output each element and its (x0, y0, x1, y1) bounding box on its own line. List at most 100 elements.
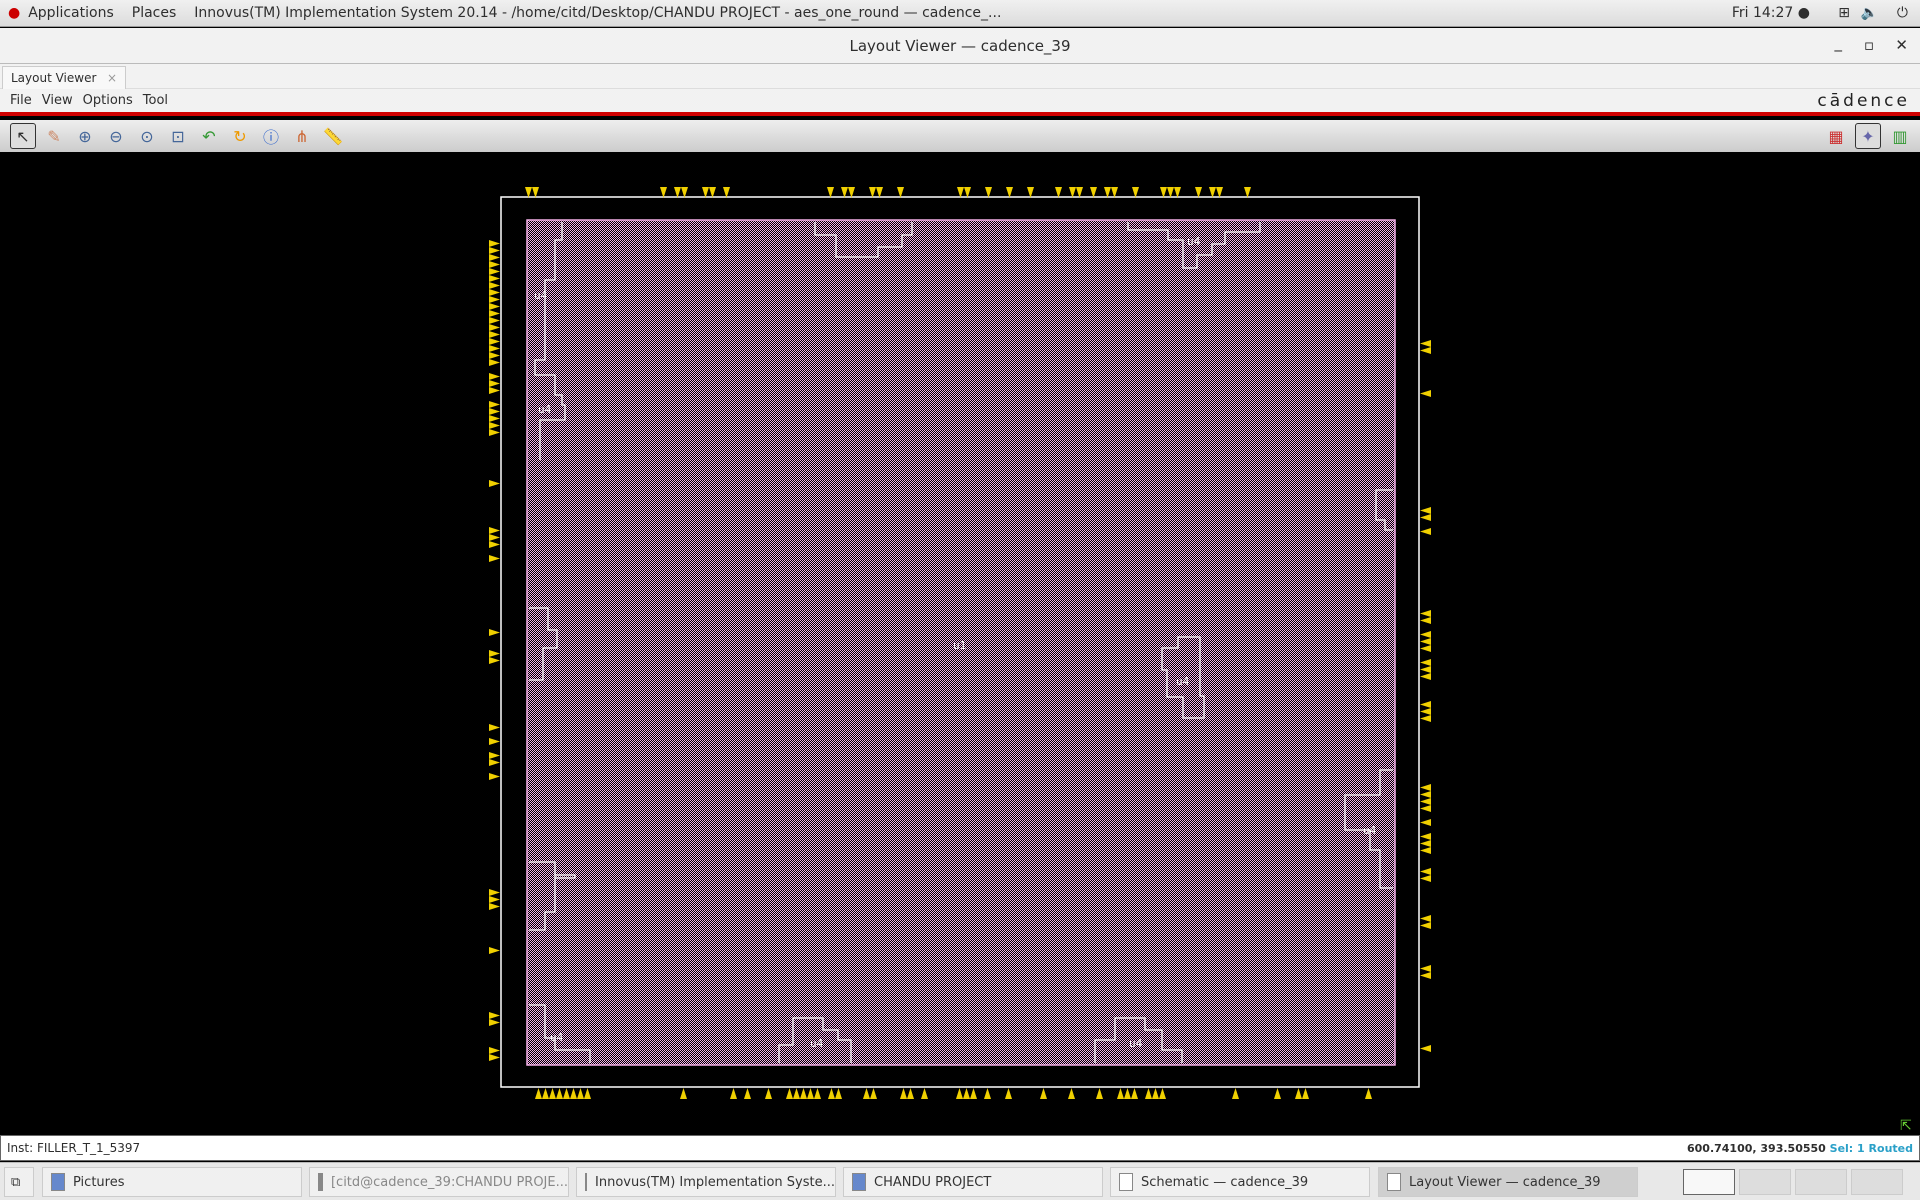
menu-tool[interactable]: Tool (143, 93, 168, 108)
io-pin (793, 1088, 800, 1099)
taskbar-item-label: Innovus(TM) Implementation Syste... (595, 1174, 835, 1190)
minimize-button[interactable]: _ (1835, 34, 1843, 52)
show-desktop-button[interactable]: ⧉ (4, 1167, 34, 1197)
io-pin (800, 1088, 807, 1099)
module-label: u4 (1187, 235, 1201, 248)
io-pin (1420, 708, 1431, 715)
zoom-area-button[interactable]: ⊡ (165, 123, 191, 149)
io-pin (489, 422, 500, 429)
menu-view[interactable]: View (42, 93, 73, 108)
io-pin (535, 1088, 542, 1099)
tab-layout-viewer[interactable]: Layout Viewer × (2, 66, 126, 89)
io-pin (1302, 1088, 1309, 1099)
applications-menu[interactable]: Applications (28, 5, 114, 21)
status-bar: Inst: FILLER_T_1_5397 600.74100, 393.505… (0, 1135, 1920, 1161)
info-button[interactable]: ⓘ (258, 123, 284, 149)
cadence-logo: cādence (1817, 91, 1910, 111)
volume-icon[interactable]: 🔈 (1861, 5, 1878, 21)
hierarchy-button[interactable]: ⋔ (289, 123, 315, 149)
taskbar-item[interactable]: Innovus(TM) Implementation Syste... (576, 1167, 836, 1197)
workspace-1[interactable] (1683, 1169, 1735, 1195)
select-tool-button[interactable]: ↖ (10, 123, 36, 149)
zoom-previous-button[interactable]: ↶ (196, 123, 222, 149)
taskbar-item[interactable]: [citd@cadence_39:CHANDU PROJE... (309, 1167, 569, 1197)
io-pin (1159, 1088, 1166, 1099)
io-pin (921, 1088, 928, 1099)
io-pin (1295, 1088, 1302, 1099)
terminal-icon (318, 1173, 323, 1191)
zoom-fit-button[interactable]: ⊙ (134, 123, 160, 149)
places-menu[interactable]: Places (132, 5, 177, 21)
io-pin (680, 1088, 687, 1099)
ruler-button[interactable]: 📏 (320, 123, 346, 149)
io-pin (1420, 347, 1431, 354)
taskbar: ⧉ Pictures [citd@cadence_39:CHANDU PROJE… (0, 1162, 1920, 1200)
io-pin (489, 296, 500, 303)
io-pin (489, 359, 500, 366)
io-pin (1145, 1088, 1152, 1099)
io-pin (828, 1088, 835, 1099)
resize-corner-icon[interactable]: ⇱ (1900, 1118, 1912, 1134)
module-label: u4 (1129, 1037, 1143, 1050)
taskbar-item-label: [citd@cadence_39:CHANDU PROJE... (330, 1174, 568, 1190)
window-icon (1119, 1173, 1133, 1191)
route-tool-button[interactable]: ✎ (41, 123, 67, 149)
io-pin (1420, 791, 1431, 798)
layer-panel-button[interactable]: ▦ (1823, 123, 1849, 149)
io-pin (489, 889, 500, 896)
io-pin (730, 1088, 737, 1099)
io-pin (489, 752, 500, 759)
menu-options[interactable]: Options (83, 93, 133, 108)
io-pin (489, 317, 500, 324)
taskbar-item[interactable]: CHANDU PROJECT (843, 1167, 1103, 1197)
io-pin (1420, 610, 1431, 617)
redhat-icon: ● (8, 5, 21, 21)
io-pin (489, 254, 500, 261)
io-pin (489, 429, 500, 436)
cursor-coordinates: 600.74100, 393.50550 (1686, 1141, 1826, 1155)
io-pin (489, 657, 500, 664)
tab-strip: Layout Viewer × (0, 64, 1920, 89)
io-pin (1152, 1088, 1159, 1099)
taskbar-item[interactable]: Pictures (42, 1167, 302, 1197)
io-pin (489, 947, 500, 954)
io-pin (1420, 673, 1431, 680)
io-pin (489, 275, 500, 282)
io-pin (1096, 1088, 1103, 1099)
io-pin (1420, 922, 1431, 929)
io-pin (1274, 1088, 1281, 1099)
window-icon (585, 1173, 588, 1191)
network-icon[interactable]: ⊞ (1838, 5, 1850, 21)
io-pin (1420, 819, 1431, 826)
module-label: u4 (550, 1031, 564, 1044)
clock[interactable]: Fri 14:27 ● (1732, 5, 1810, 21)
maximize-button[interactable]: ▫ (1864, 36, 1874, 54)
power-icon[interactable]: ⏻ (1897, 5, 1908, 21)
taskbar-item[interactable]: Schematic — cadence_39 (1110, 1167, 1370, 1197)
redraw-button[interactable]: ↻ (227, 123, 253, 149)
io-pin (489, 387, 500, 394)
io-pin (1420, 659, 1431, 666)
taskbar-item-active[interactable]: Layout Viewer — cadence_39 (1378, 1167, 1638, 1197)
io-pin (956, 1088, 963, 1099)
module-label: u4 (534, 289, 548, 302)
io-pin (489, 338, 500, 345)
selection-mode-button[interactable]: ✦ (1855, 123, 1881, 149)
zoom-in-button[interactable]: ⊕ (72, 123, 98, 149)
close-button[interactable]: ✕ (1895, 36, 1908, 54)
window-icon (1387, 1173, 1401, 1191)
io-pin (765, 1088, 772, 1099)
workspace-2[interactable] (1739, 1169, 1791, 1195)
split-view-button[interactable]: ▥ (1887, 123, 1913, 149)
module-label: u4 (810, 1037, 824, 1050)
menu-file[interactable]: File (10, 93, 32, 108)
tab-label: Layout Viewer (11, 71, 97, 85)
layout-drawing[interactable]: u4 u4 u4 u4 u4 u4 u4 u4 u1 ⇱ (0, 152, 1920, 1134)
layout-canvas[interactable]: u4 u4 u4 u4 u4 u4 u4 u4 u1 ⇱ (0, 152, 1920, 1134)
tab-close-icon[interactable]: × (107, 71, 117, 85)
io-pin (1420, 340, 1431, 347)
io-pin (1365, 1088, 1372, 1099)
zoom-out-button[interactable]: ⊖ (103, 123, 129, 149)
workspace-4[interactable] (1851, 1169, 1903, 1195)
workspace-3[interactable] (1795, 1169, 1847, 1195)
